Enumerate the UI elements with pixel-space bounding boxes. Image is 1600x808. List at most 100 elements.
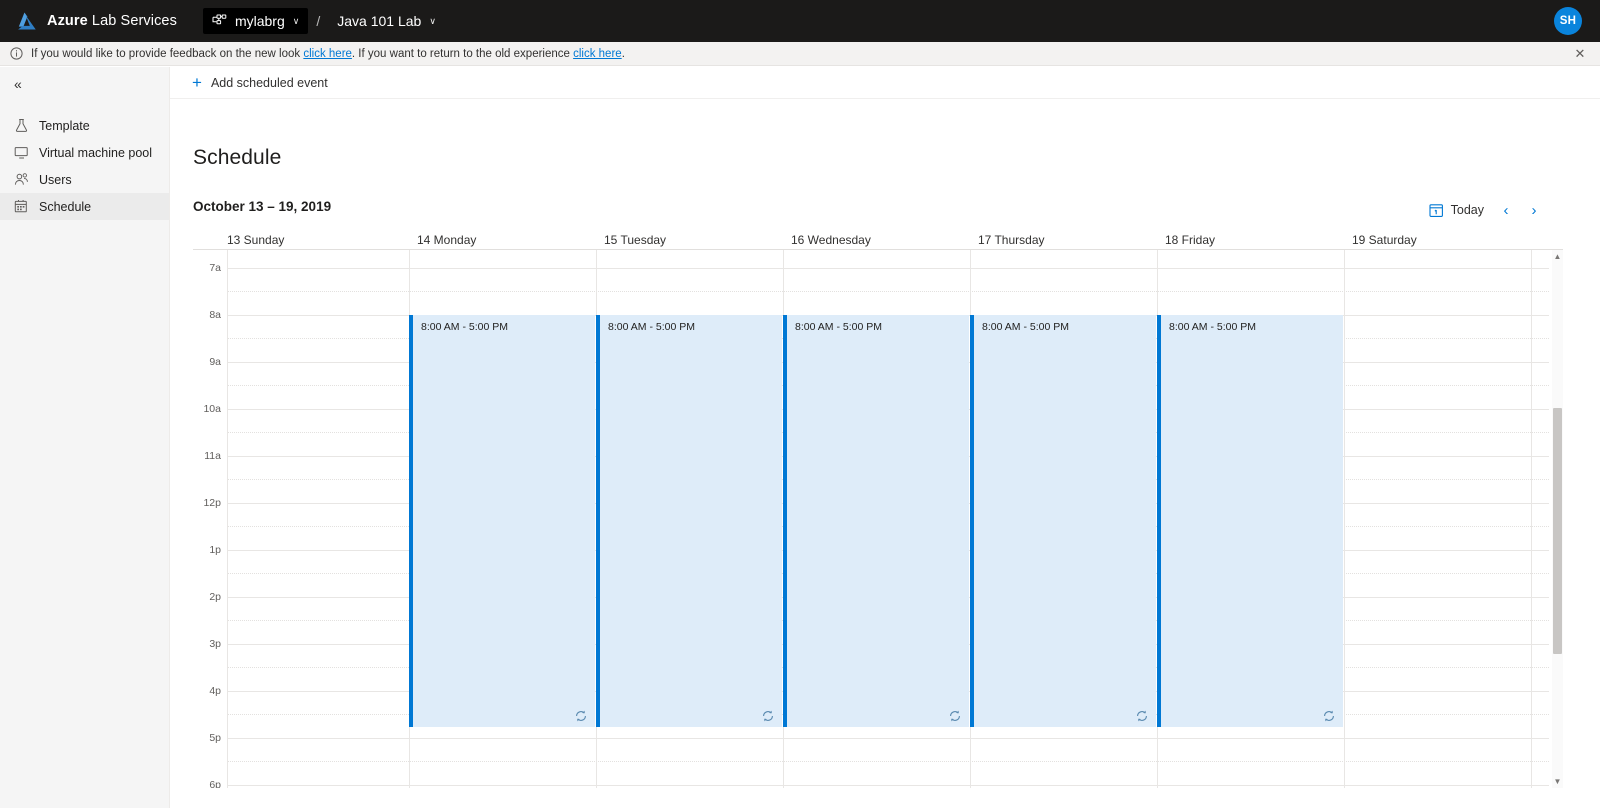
- day-header-1: 14 Monday: [417, 226, 476, 250]
- sidebar-item-template[interactable]: Template: [0, 112, 169, 139]
- sidebar-item-label: Template: [39, 119, 90, 133]
- sidebar-item-users[interactable]: Users: [0, 166, 169, 193]
- recurrence-icon: [1323, 710, 1335, 722]
- half-hour-line: [227, 761, 1549, 762]
- hour-label: 5p: [193, 732, 221, 744]
- calendar-time-grid[interactable]: 7a 8a 9a 10a 11a 12p 1p 2p 3p 4p 5p 6p: [193, 250, 1563, 788]
- notification-bar: If you would like to provide feedback on…: [0, 42, 1600, 66]
- hour-label: 7a: [193, 262, 221, 274]
- hour-line: [227, 785, 1549, 786]
- top-navigation-bar: Azure Lab Services mylabrg ∨ / Java 101 …: [0, 0, 1600, 42]
- add-scheduled-event-button[interactable]: + Add scheduled event: [170, 67, 340, 99]
- brand-title: Azure Lab Services: [47, 13, 177, 29]
- close-icon[interactable]: ✕: [1572, 46, 1588, 62]
- resource-group-icon: [212, 14, 228, 29]
- chevron-down-icon: ∨: [293, 16, 300, 27]
- day-column-divider: [227, 250, 228, 788]
- avatar[interactable]: SH: [1554, 7, 1582, 35]
- day-header-5: 18 Friday: [1165, 226, 1215, 250]
- breadcrumb: mylabrg ∨ / Java 101 Lab ∨: [203, 0, 445, 42]
- sidebar-item-virtual-machine-pool[interactable]: Virtual machine pool: [0, 139, 169, 166]
- hour-label: 3p: [193, 638, 221, 650]
- calendar-scrollbar[interactable]: ▲ ▼: [1552, 250, 1563, 788]
- scrollbar-thumb[interactable]: [1553, 408, 1562, 654]
- hour-label: 6p: [193, 779, 221, 788]
- page-title: Schedule: [193, 146, 1600, 170]
- hour-label: 9a: [193, 356, 221, 368]
- today-label: Today: [1451, 203, 1484, 217]
- old-experience-link[interactable]: click here: [573, 48, 622, 60]
- hour-label: 1p: [193, 544, 221, 556]
- add-scheduled-event-label: Add scheduled event: [211, 76, 328, 90]
- command-bar: + Add scheduled event: [170, 67, 1600, 99]
- hour-line: [227, 268, 1549, 269]
- plus-icon: +: [192, 74, 202, 91]
- day-column-divider: [1344, 250, 1345, 788]
- sidebar: « Template Virtual machine pool Use: [0, 67, 170, 808]
- day-header-3: 16 Wednesday: [791, 226, 871, 250]
- scroll-up-arrow[interactable]: ▲: [1553, 251, 1562, 262]
- day-header-4: 17 Thursday: [978, 226, 1045, 250]
- sidebar-item-label: Users: [39, 173, 72, 187]
- event-time-label: 8:00 AM - 5:00 PM: [1161, 315, 1343, 333]
- chevron-left-icon[interactable]: ‹: [1492, 197, 1520, 223]
- calendar-event[interactable]: 8:00 AM - 5:00 PM: [970, 315, 1156, 727]
- people-icon: [14, 172, 29, 187]
- half-hour-line: [227, 291, 1549, 292]
- breadcrumb-separator: /: [310, 13, 326, 29]
- hour-label: 11a: [193, 450, 221, 462]
- feedback-link[interactable]: click here: [303, 48, 352, 60]
- collapse-chevrons-icon: «: [14, 76, 22, 92]
- recurrence-icon: [1136, 710, 1148, 722]
- monitor-icon: [14, 145, 29, 160]
- calendar-event[interactable]: 8:00 AM - 5:00 PM: [1157, 315, 1343, 727]
- calendar-day-headers: 13 Sunday 14 Monday 15 Tuesday 16 Wednes…: [193, 226, 1563, 250]
- date-range-label: October 13 – 19, 2019: [193, 199, 331, 214]
- hour-line: [227, 738, 1549, 739]
- calendar-event[interactable]: 8:00 AM - 5:00 PM: [783, 315, 969, 727]
- sidebar-item-label: Schedule: [39, 200, 91, 214]
- notification-text-part1: If you would like to provide feedback on…: [31, 48, 303, 60]
- hour-label: 8a: [193, 309, 221, 321]
- recurrence-icon: [949, 710, 961, 722]
- calendar-grid: 13 Sunday 14 Monday 15 Tuesday 16 Wednes…: [193, 226, 1563, 788]
- sidebar-collapse-button[interactable]: «: [0, 67, 169, 101]
- recurrence-icon: [762, 710, 774, 722]
- scroll-down-arrow[interactable]: ▼: [1553, 776, 1562, 787]
- day-header-6: 19 Saturday: [1352, 226, 1417, 250]
- sidebar-item-label: Virtual machine pool: [39, 146, 152, 160]
- calendar-icon: [14, 199, 29, 214]
- calendar-today-icon: [1429, 203, 1444, 218]
- event-time-label: 8:00 AM - 5:00 PM: [600, 315, 782, 333]
- event-time-label: 8:00 AM - 5:00 PM: [787, 315, 969, 333]
- brand[interactable]: Azure Lab Services: [0, 0, 177, 42]
- breadcrumb-item-resource-group[interactable]: mylabrg ∨: [203, 8, 308, 34]
- app-root: Azure Lab Services mylabrg ∨ / Java 101 …: [0, 0, 1600, 808]
- calendar-toolbar: October 13 – 19, 2019 Today ‹ ›: [170, 199, 1600, 225]
- day-header-0: 13 Sunday: [227, 226, 284, 250]
- notification-text: If you would like to provide feedback on…: [31, 48, 625, 60]
- flask-icon: [14, 118, 29, 133]
- notification-text-part3: .: [622, 48, 625, 60]
- sidebar-item-schedule[interactable]: Schedule: [0, 193, 169, 220]
- breadcrumb-item-lab[interactable]: Java 101 Lab ∨: [328, 8, 445, 34]
- hour-label: 2p: [193, 591, 221, 603]
- calendar-event[interactable]: 8:00 AM - 5:00 PM: [409, 315, 595, 727]
- breadcrumb-label: mylabrg: [235, 13, 285, 29]
- calendar-event[interactable]: 8:00 AM - 5:00 PM: [596, 315, 782, 727]
- chevron-down-icon: ∨: [429, 16, 436, 27]
- day-column-divider: [1531, 250, 1532, 788]
- azure-logo-icon: [16, 11, 38, 31]
- chevron-right-icon[interactable]: ›: [1520, 197, 1548, 223]
- main-content: + Add scheduled event Schedule October 1…: [170, 67, 1600, 808]
- calendar-navigation: Today ‹ ›: [1421, 197, 1548, 223]
- day-header-2: 15 Tuesday: [604, 226, 666, 250]
- breadcrumb-label: Java 101 Lab: [337, 13, 421, 29]
- hour-label: 12p: [193, 497, 221, 509]
- today-button[interactable]: Today: [1421, 200, 1492, 221]
- hour-label: 10a: [193, 403, 221, 415]
- hour-label: 4p: [193, 685, 221, 697]
- notification-text-part2: . If you want to return to the old exper…: [352, 48, 573, 60]
- recurrence-icon: [575, 710, 587, 722]
- info-icon: [10, 47, 23, 60]
